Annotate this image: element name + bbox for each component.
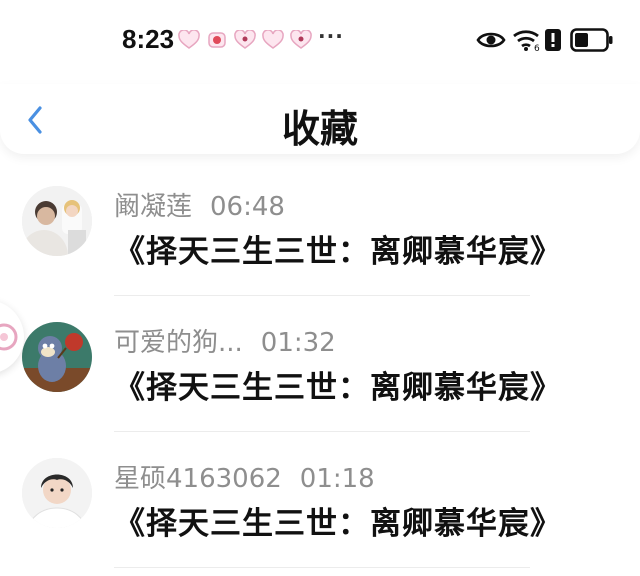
- list-item[interactable]: 星硕4163062 01:18 《择天三生三世：离卿慕华宸》: [0, 432, 640, 568]
- avatar: [22, 186, 92, 256]
- item-content: 《择天三生三世：离卿慕华宸》: [114, 234, 562, 270]
- heart-badge-icon: [234, 30, 256, 49]
- item-user: 可爱的狗...: [114, 328, 243, 358]
- flower-icon: [0, 323, 18, 351]
- item-user: 阚凝莲: [114, 192, 193, 222]
- item-time: 06:48: [210, 192, 285, 222]
- item-meta: 阚凝莲 06:48: [114, 186, 285, 223]
- wifi-icon: 6: [513, 30, 540, 52]
- favorites-list: 阚凝莲 06:48 《择天三生三世：离卿慕华宸》 可爱的狗... 01:32 《择天…: [0, 160, 640, 568]
- page-title: 收藏: [281, 107, 358, 151]
- heart-badge-icon: [262, 30, 284, 49]
- item-time: 01:32: [260, 328, 336, 358]
- svg-text:6: 6: [534, 44, 540, 52]
- status-time: 8:23: [122, 24, 175, 54]
- item-meta: 星硕4163062 01:18: [114, 458, 375, 495]
- item-meta: 可爱的狗... 01:32: [114, 322, 336, 359]
- item-time: 01:18: [299, 464, 375, 494]
- avatar: [22, 458, 92, 528]
- heart-badge-icon: [290, 30, 312, 49]
- status-bar: 8:23 ··· 6: [0, 0, 640, 84]
- item-content: 《择天三生三世：离卿慕华宸》: [114, 506, 562, 542]
- list-item[interactable]: 可爱的狗... 01:32 《择天三生三世：离卿慕华宸》: [0, 296, 640, 432]
- more-notifications-icon: ···: [318, 24, 344, 48]
- item-user: 星硕4163062: [114, 464, 282, 494]
- nav-header: 收藏: [0, 84, 640, 154]
- eye-icon: [476, 32, 506, 48]
- list-item[interactable]: 阚凝莲 06:48 《择天三生三世：离卿慕华宸》: [0, 160, 640, 296]
- avatar: [22, 322, 92, 392]
- floating-widget[interactable]: [0, 300, 24, 374]
- alert-icon: [545, 29, 561, 51]
- battery-icon: [570, 28, 613, 52]
- divider: [114, 567, 530, 568]
- item-content: 《择天三生三世：离卿慕华宸》: [114, 370, 562, 406]
- heart-badge-icon: [178, 30, 200, 49]
- badge-icon: [208, 32, 226, 48]
